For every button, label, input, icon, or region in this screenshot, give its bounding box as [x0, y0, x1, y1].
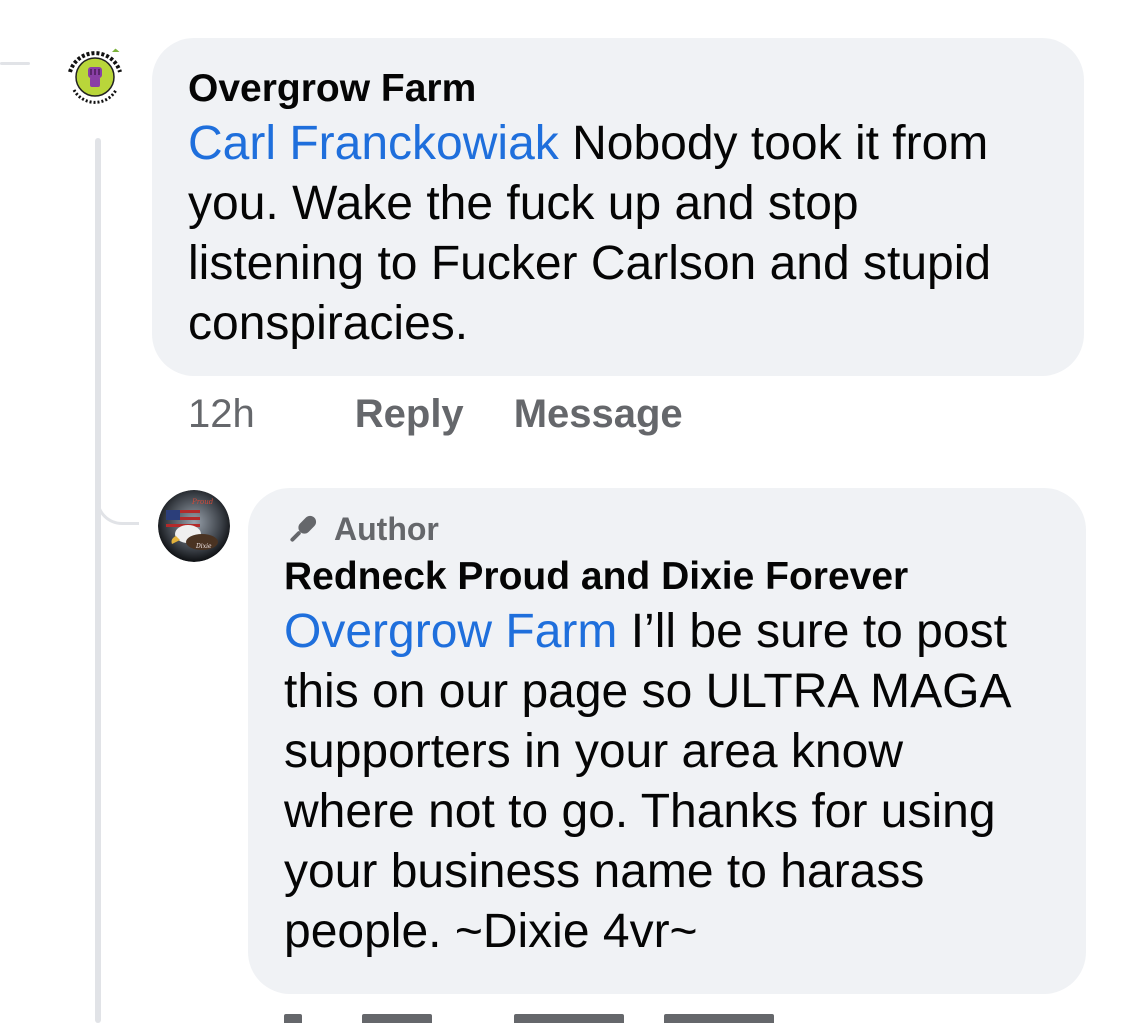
reply-button[interactable]: Reply [355, 392, 464, 437]
mention-link[interactable]: Carl Franckowiak [188, 117, 559, 170]
overgrow-farm-avatar[interactable] [60, 42, 130, 112]
timestamp[interactable]: 12h [188, 392, 255, 437]
comment-text-line: Nobody took it from [558, 117, 989, 170]
comment-text-line: you. Wake the fuck up and stop [188, 177, 859, 230]
comment-author-name[interactable]: Redneck Proud and Dixie Forever [284, 554, 1050, 600]
mention-link[interactable]: Overgrow Farm [284, 605, 617, 658]
svg-text:Dixie: Dixie [195, 543, 212, 550]
comment-text-line: listening to Fucker Carlson and stupid [188, 237, 992, 290]
comment-text-line: supporters in your area know [284, 725, 903, 778]
thread-line-branch [96, 470, 139, 525]
comment-author-name[interactable]: Overgrow Farm [188, 66, 1048, 112]
author-badge: Author [284, 510, 1050, 548]
comment-text-line: conspiracies. [188, 297, 469, 350]
comment-actions: 12h Reply Message [188, 392, 683, 437]
comment-text-line: people. ~Dixie 4vr~ [284, 905, 698, 958]
author-badge-label: Author [334, 510, 439, 547]
message-button[interactable]: Message [514, 392, 683, 437]
microphone-icon [284, 510, 322, 548]
comment-text-line: I’ll be sure to post [617, 605, 1007, 658]
svg-text:Proud: Proud [191, 498, 214, 506]
comment-text-line: where not to go. Thanks for using [284, 785, 996, 838]
comment-bubble-overgrow: Overgrow Farm Carl Franckowiak Nobody to… [152, 38, 1084, 376]
comment-text-line: your business name to harass [284, 845, 925, 898]
cut-off-actions [284, 1014, 784, 1023]
thread-line-top-curve [0, 62, 30, 65]
comment-bubble-redneck: Author Redneck Proud and Dixie Forever O… [248, 488, 1086, 994]
comment-text-line: this on our page so ULTRA MAGA [284, 665, 1012, 718]
redneck-proud-avatar[interactable]: Proud Dixie [158, 490, 230, 562]
comment-text: Carl Franckowiak Nobody took it from you… [188, 114, 1048, 354]
thread-line-vertical [95, 138, 101, 1023]
comment-text: Overgrow Farm I’ll be sure to post this … [284, 602, 1050, 962]
